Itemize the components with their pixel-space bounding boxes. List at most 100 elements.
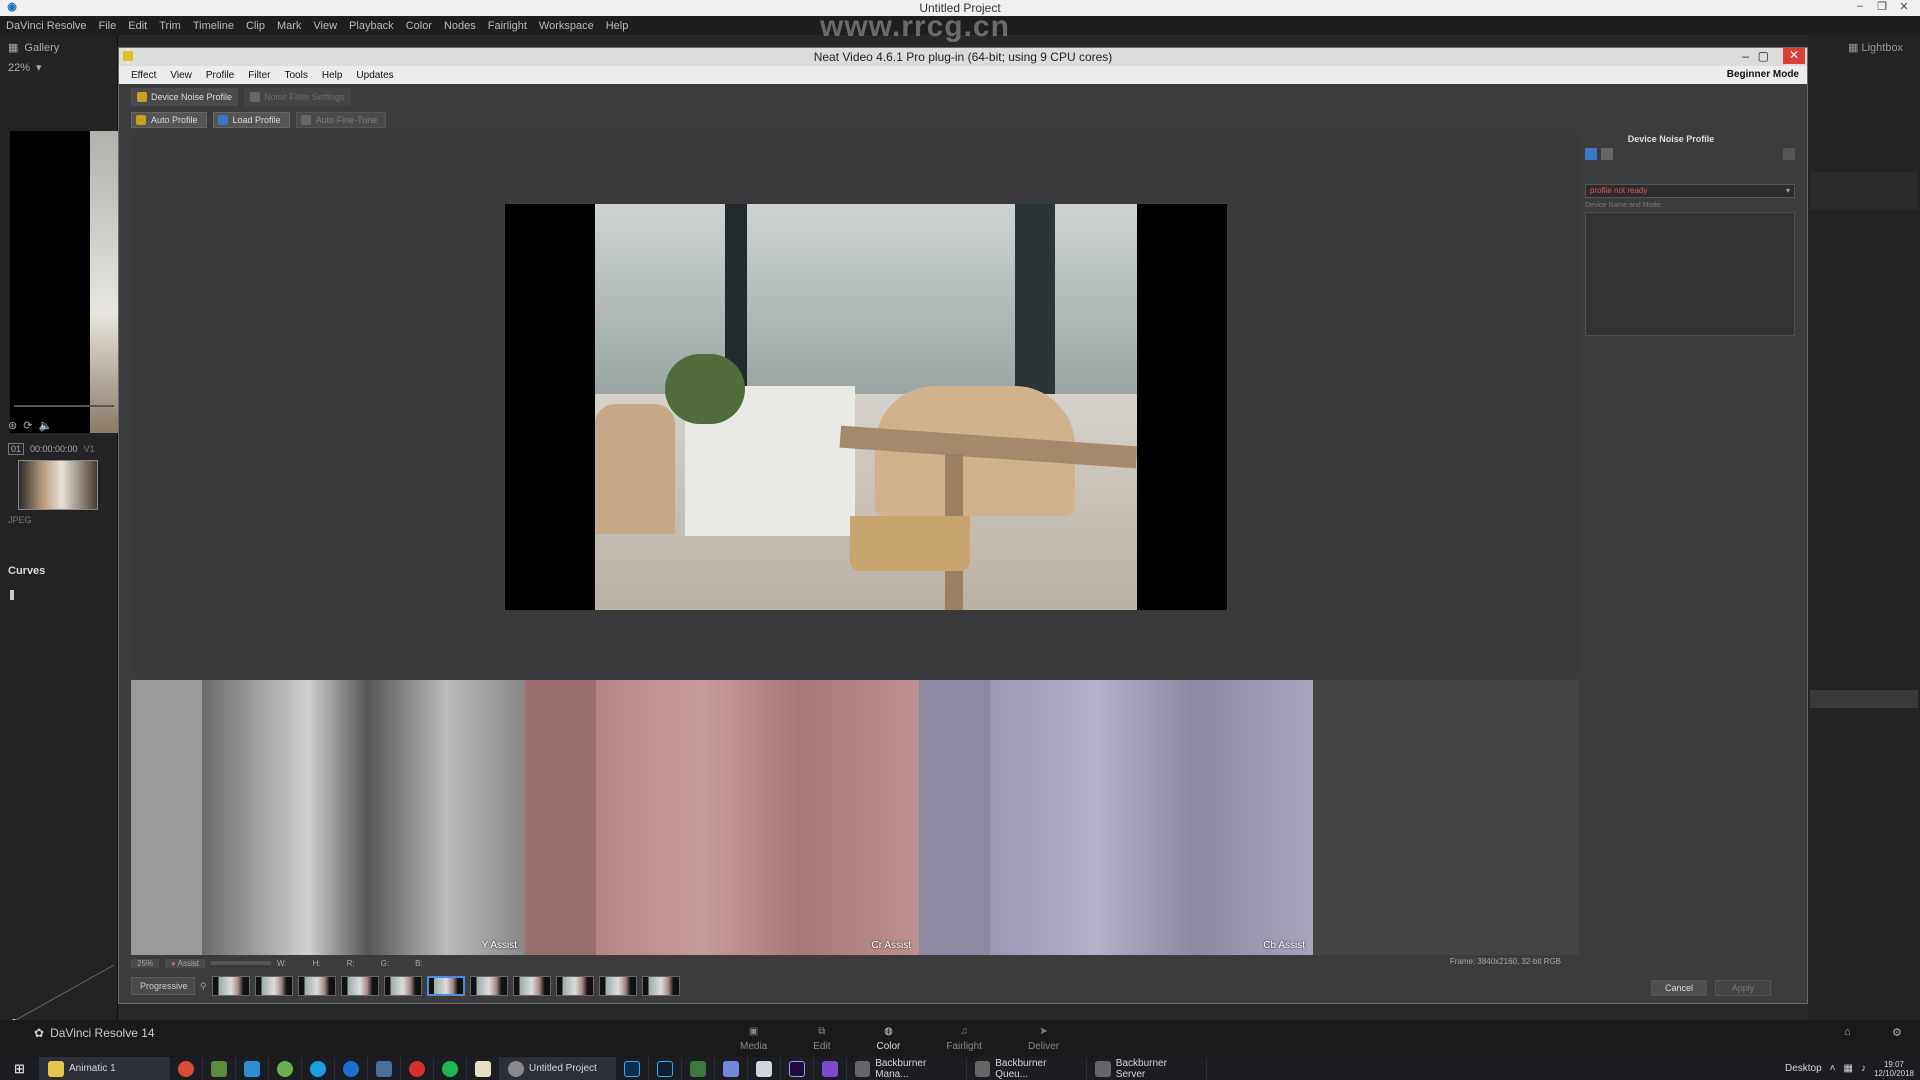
page-tab-media[interactable]: ▣ Media bbox=[740, 1020, 767, 1060]
resolve-menu-item[interactable]: Color bbox=[406, 20, 432, 32]
cancel-button[interactable]: Cancel bbox=[1651, 980, 1707, 996]
app-icon[interactable] bbox=[269, 1057, 302, 1080]
curves-graph[interactable] bbox=[10, 935, 118, 1025]
apply-button[interactable]: Apply bbox=[1715, 980, 1771, 996]
close-icon[interactable]: ✕ bbox=[1894, 0, 1914, 16]
tray-chevron-icon[interactable]: ˄ bbox=[1830, 1063, 1836, 1074]
filmstrip-thumbnail[interactable] bbox=[426, 976, 465, 996]
resolve-menu-item[interactable]: View bbox=[313, 20, 337, 32]
load-profile-button[interactable]: Load Profile bbox=[212, 112, 290, 128]
app-icon[interactable] bbox=[814, 1057, 847, 1080]
assist-slider[interactable] bbox=[210, 961, 271, 965]
assist-toggle[interactable]: ● Assist bbox=[165, 958, 205, 968]
settings-gear-icon[interactable]: ⚙ bbox=[1892, 1026, 1902, 1039]
filmstrip-thumbnail[interactable] bbox=[383, 976, 422, 996]
resolve-menu-item[interactable]: Edit bbox=[128, 20, 147, 32]
filmstrip-thumbnail[interactable] bbox=[512, 976, 551, 996]
start-button[interactable]: ⊞ bbox=[0, 1057, 40, 1080]
filter-frames-icon[interactable]: ⚲ bbox=[200, 981, 207, 992]
discord-icon[interactable] bbox=[715, 1057, 748, 1080]
open-profile-icon[interactable] bbox=[1585, 148, 1597, 160]
resolve-menu-item[interactable]: Playback bbox=[349, 20, 394, 32]
nv-menu-item[interactable]: Filter bbox=[248, 70, 270, 81]
filmstrip-thumbnail[interactable] bbox=[641, 976, 680, 996]
filmstrip-thumbnail[interactable] bbox=[598, 976, 637, 996]
save-profile-icon[interactable] bbox=[1601, 148, 1613, 160]
lightbox-button[interactable]: ▦ Lightbox bbox=[1848, 41, 1903, 54]
minimize-icon[interactable]: – bbox=[1850, 0, 1870, 16]
auto-profile-button[interactable]: Auto Profile bbox=[131, 112, 207, 128]
page-tab-color[interactable]: ◍ Color bbox=[876, 1020, 900, 1060]
filmstrip-thumbnail[interactable] bbox=[340, 976, 379, 996]
device-name-field[interactable] bbox=[1585, 212, 1795, 336]
taskbar-app-backburner-server[interactable]: Backburner Server bbox=[1087, 1057, 1207, 1080]
viewer-zoom[interactable]: 22% ▾ bbox=[0, 61, 118, 75]
after-effects-icon[interactable] bbox=[781, 1057, 814, 1080]
resolve-menu-item[interactable]: Trim bbox=[159, 20, 181, 32]
resolve-menu-item[interactable]: Workspace bbox=[539, 20, 594, 32]
auto-fine-tune-button[interactable]: Auto Fine-Tune bbox=[295, 112, 387, 128]
resolve-menu-item[interactable]: Clip bbox=[246, 20, 265, 32]
volume-icon[interactable]: 🔈 bbox=[38, 419, 52, 432]
clip-thumbnail[interactable] bbox=[18, 460, 98, 510]
app-icon[interactable] bbox=[682, 1057, 715, 1080]
profile-menu-icon[interactable] bbox=[1783, 148, 1795, 160]
resolve-menu-item[interactable]: Fairlight bbox=[488, 20, 527, 32]
app-icon[interactable] bbox=[467, 1057, 500, 1080]
resolve-menu-item[interactable]: DaVinci Resolve bbox=[6, 20, 87, 32]
curves-play-icon[interactable] bbox=[10, 590, 14, 600]
nv-maximize-icon[interactable]: ▢ bbox=[1758, 49, 1769, 63]
scan-mode-select[interactable]: Progressive bbox=[131, 977, 195, 995]
nv-menu-item[interactable]: Tools bbox=[284, 70, 307, 81]
nv-close-icon[interactable]: ✕ bbox=[1783, 48, 1805, 64]
nv-menu-item[interactable]: View bbox=[170, 70, 192, 81]
nv-menu-item[interactable]: Profile bbox=[206, 70, 234, 81]
loop-icon[interactable]: ⟳ bbox=[23, 419, 32, 432]
filmstrip-thumbnail[interactable] bbox=[254, 976, 293, 996]
tab-device-noise-profile[interactable]: Device Noise Profile bbox=[131, 88, 239, 106]
taskbar-app-resolve[interactable]: Untitled Project bbox=[500, 1057, 616, 1080]
profile-status-select[interactable]: profile not ready ▾ bbox=[1585, 184, 1795, 198]
app-icon[interactable] bbox=[368, 1057, 401, 1080]
y-assist-view[interactable]: Y Assist bbox=[131, 680, 525, 955]
volume-icon[interactable]: ♪ bbox=[1861, 1063, 1866, 1074]
nv-menu-item[interactable]: Updates bbox=[356, 70, 393, 81]
tab-noise-filter-settings[interactable]: Noise Filter Settings bbox=[244, 88, 351, 106]
taskbar-app-backburner-queue[interactable]: Backburner Queu... bbox=[967, 1057, 1087, 1080]
resolve-menu-item[interactable]: Mark bbox=[277, 20, 301, 32]
clock[interactable]: 19:07 12/10/2018 bbox=[1874, 1060, 1914, 1078]
network-icon[interactable]: ▦ bbox=[1844, 1063, 1853, 1074]
cr-assist-view[interactable]: Cr Assist bbox=[525, 680, 919, 955]
preview-frame[interactable] bbox=[505, 204, 1227, 610]
gallery-button[interactable]: ▦ Gallery bbox=[0, 41, 118, 55]
lightroom-icon[interactable] bbox=[649, 1057, 682, 1080]
chrome-icon[interactable] bbox=[170, 1057, 203, 1080]
playhead-icon[interactable]: ⊛ bbox=[8, 419, 17, 432]
desktop-toolbar[interactable]: Desktop bbox=[1785, 1063, 1822, 1074]
app-icon[interactable] bbox=[236, 1057, 269, 1080]
page-tab-deliver[interactable]: ➤ Deliver bbox=[1028, 1020, 1059, 1060]
nv-menu-item[interactable]: Effect bbox=[131, 70, 156, 81]
spotify-icon[interactable] bbox=[434, 1057, 467, 1080]
photoshop-icon[interactable] bbox=[616, 1057, 649, 1080]
preview-zoom-select[interactable]: 25% bbox=[131, 958, 160, 968]
restore-icon[interactable]: ❐ bbox=[1872, 0, 1892, 16]
beginner-mode-toggle[interactable]: Beginner Mode bbox=[1727, 69, 1799, 80]
mail-icon[interactable] bbox=[748, 1057, 781, 1080]
filmstrip-thumbnail[interactable] bbox=[297, 976, 336, 996]
taskbar-app-backburner-manager[interactable]: Backburner Mana... bbox=[847, 1057, 967, 1080]
power-icon[interactable] bbox=[401, 1057, 434, 1080]
resolve-menu-item[interactable]: Timeline bbox=[193, 20, 234, 32]
resolve-menu-item[interactable]: Nodes bbox=[444, 20, 476, 32]
home-icon[interactable]: ⌂ bbox=[1844, 1026, 1851, 1038]
filmstrip-thumbnail[interactable] bbox=[555, 976, 594, 996]
resolve-menu-item[interactable]: File bbox=[99, 20, 117, 32]
filmstrip-thumbnail[interactable] bbox=[469, 976, 508, 996]
viewer-scrubber[interactable] bbox=[14, 405, 114, 407]
page-tab-edit[interactable]: ⧉ Edit bbox=[813, 1020, 830, 1060]
cb-assist-view[interactable]: Cb Assist bbox=[919, 680, 1313, 955]
skype-icon[interactable] bbox=[302, 1057, 335, 1080]
nv-menu-item[interactable]: Help bbox=[322, 70, 343, 81]
explorer-icon[interactable] bbox=[203, 1057, 236, 1080]
taskbar-app-animatic[interactable]: Animatic 1 bbox=[40, 1057, 170, 1080]
